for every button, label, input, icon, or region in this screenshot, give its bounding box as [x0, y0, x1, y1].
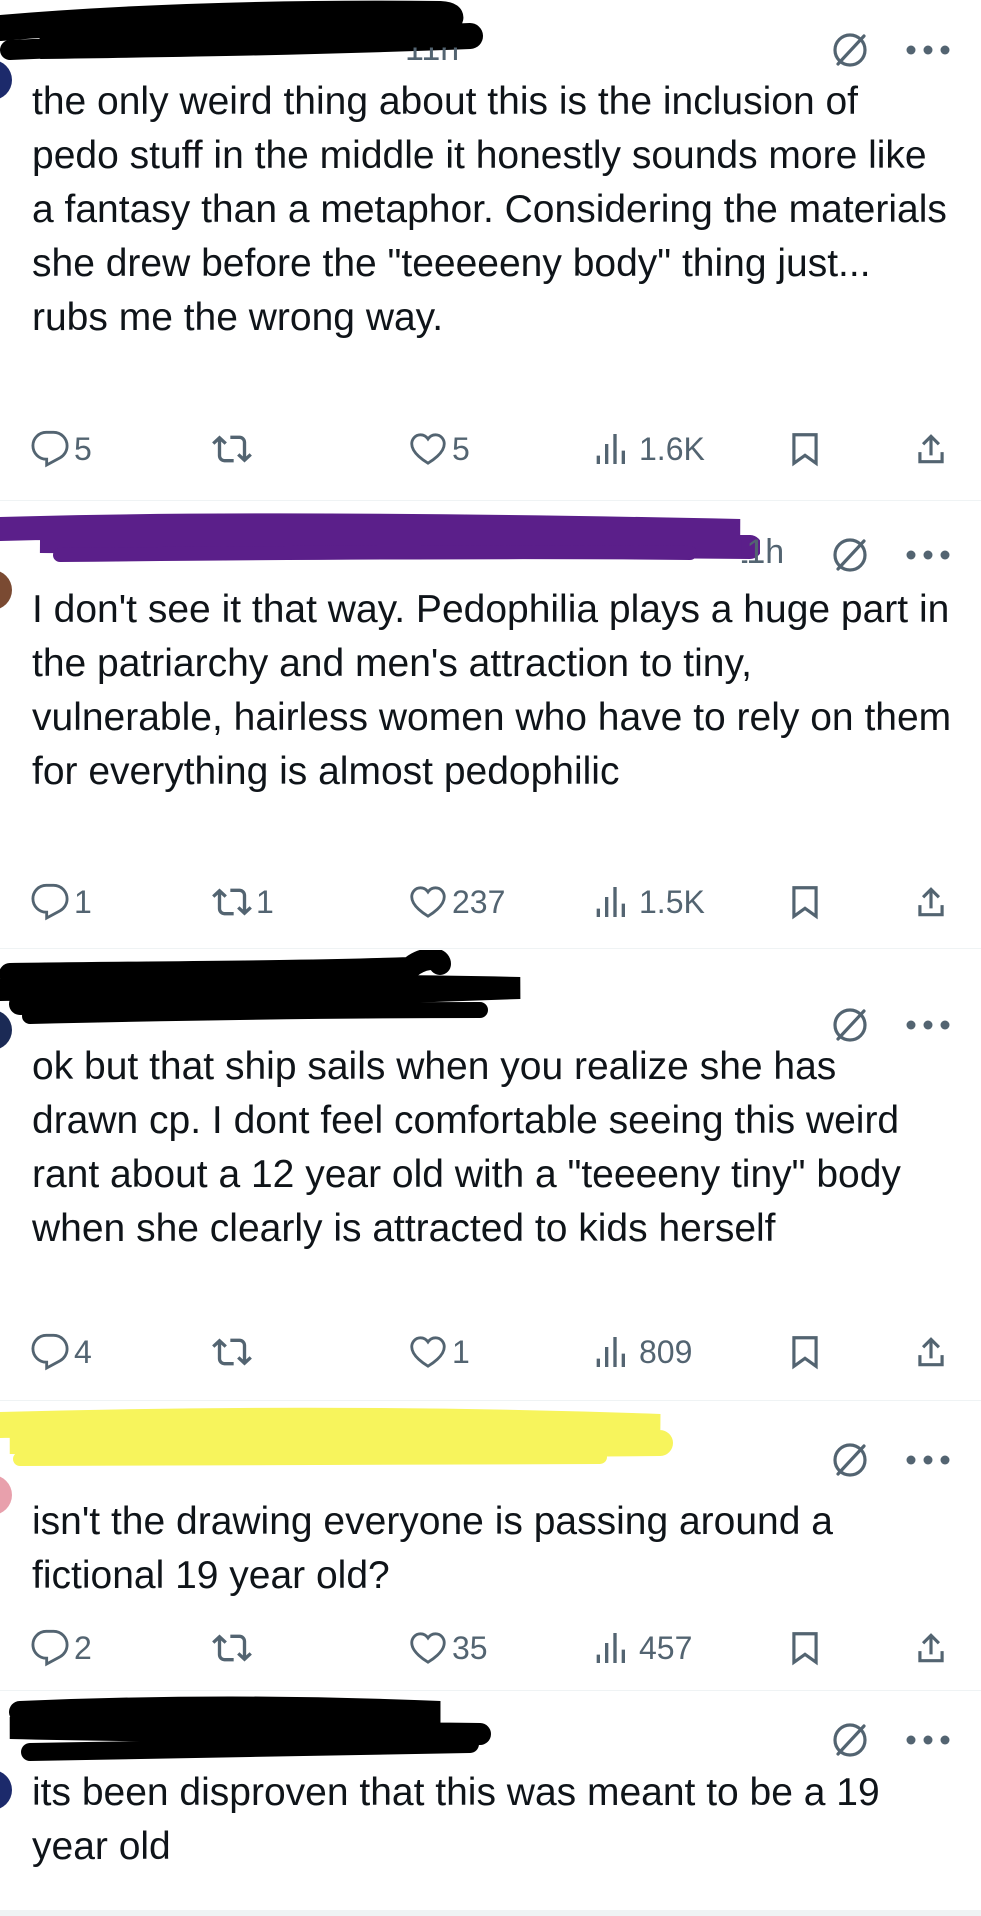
- share-button[interactable]: [912, 877, 950, 927]
- more-icon[interactable]: [905, 1734, 951, 1746]
- bookmark-button[interactable]: [786, 877, 824, 927]
- reply-post[interactable]: isn't the drawing everyone is passing ar…: [0, 1405, 981, 1685]
- bottom-edge: [0, 1910, 981, 1916]
- views-button[interactable]: 1.6K: [595, 424, 705, 474]
- divider: [0, 1690, 981, 1691]
- post-text: the only weird thing about this is the i…: [32, 80, 947, 339]
- reply-post[interactable]: 11h the only weird thing about this is t…: [0, 0, 981, 468]
- redacted-username-scribble: [0, 950, 521, 1024]
- repost-icon: [212, 1634, 252, 1662]
- views-button[interactable]: 457: [595, 1623, 692, 1673]
- heart-icon: [410, 1632, 446, 1664]
- reply-count: 5: [74, 430, 92, 467]
- reply-icon: [31, 883, 69, 921]
- share-button[interactable]: [912, 424, 950, 474]
- views-button[interactable]: 1.5K: [595, 877, 705, 927]
- redacted-username-scribble: [0, 0, 483, 60]
- post-text: its been disproven that this was meant t…: [32, 1771, 880, 1868]
- action-bar: 1 1 237 1.5K: [0, 877, 981, 927]
- grok-icon[interactable]: [830, 1440, 870, 1480]
- grok-icon[interactable]: [830, 1720, 870, 1760]
- action-bar: 2 35 457: [0, 1623, 981, 1673]
- repost-button[interactable]: [212, 1623, 256, 1673]
- repost-icon: [212, 888, 252, 916]
- reply-post[interactable]: 11h I don't see it that way. Pedophilia …: [0, 505, 981, 945]
- share-icon: [918, 434, 944, 464]
- like-button[interactable]: 1: [408, 1327, 470, 1377]
- view-count: 809: [639, 1333, 693, 1370]
- reply-post[interactable]: its been disproven that this was meant t…: [0, 1692, 981, 1916]
- action-bar: 4 1 809: [0, 1327, 981, 1377]
- views-icon: [596, 1633, 625, 1663]
- views-button[interactable]: 809: [595, 1327, 692, 1377]
- avatar[interactable]: [0, 1475, 12, 1515]
- repost-count: 1: [256, 883, 274, 920]
- views-icon: [596, 434, 625, 464]
- grok-icon[interactable]: [830, 535, 870, 575]
- heart-icon: [410, 433, 446, 465]
- bookmark-icon: [792, 1336, 818, 1370]
- bookmark-button[interactable]: [786, 1327, 824, 1377]
- views-icon: [596, 887, 625, 917]
- view-count: 1.6K: [639, 430, 705, 467]
- share-icon: [918, 887, 944, 917]
- share-icon: [918, 1633, 944, 1663]
- redacted-username-scribble: [0, 1407, 673, 1466]
- divider: [0, 948, 981, 949]
- repost-button[interactable]: [212, 1327, 256, 1377]
- reply-count: 2: [74, 1629, 92, 1666]
- repost-button[interactable]: [212, 424, 256, 474]
- grok-icon[interactable]: [830, 30, 870, 70]
- views-icon: [596, 1337, 625, 1367]
- reply-count: 1: [74, 883, 92, 920]
- bookmark-icon: [792, 1632, 818, 1666]
- bookmark-button[interactable]: [786, 424, 824, 474]
- reply-button[interactable]: 1: [30, 877, 92, 927]
- like-button[interactable]: 5: [408, 424, 470, 474]
- share-button[interactable]: [912, 1327, 950, 1377]
- bookmark-icon: [792, 886, 818, 920]
- like-count: 35: [452, 1629, 488, 1666]
- reply-count: 4: [74, 1333, 92, 1370]
- grok-icon[interactable]: [830, 1005, 870, 1045]
- action-bar: 5 5 1.6K: [0, 424, 981, 474]
- more-icon[interactable]: [905, 549, 951, 561]
- repost-button[interactable]: 1: [212, 877, 274, 927]
- like-count: 1: [452, 1333, 470, 1370]
- reply-button[interactable]: 4: [30, 1327, 92, 1377]
- share-button[interactable]: [912, 1623, 950, 1673]
- reply-icon: [31, 1629, 69, 1667]
- share-icon: [918, 1337, 944, 1367]
- reply-button[interactable]: 2: [30, 1623, 92, 1673]
- reply-post[interactable]: ok but that ship sails when you realize …: [0, 950, 981, 1390]
- reply-icon: [31, 1333, 69, 1371]
- like-count: 237: [452, 883, 506, 920]
- bookmark-icon: [792, 433, 818, 467]
- reply-icon: [31, 430, 69, 468]
- like-button[interactable]: 35: [408, 1623, 488, 1673]
- heart-icon: [410, 886, 446, 918]
- bookmark-button[interactable]: [786, 1623, 824, 1673]
- post-text: ok but that ship sails when you realize …: [32, 1045, 901, 1250]
- like-count: 5: [452, 430, 470, 467]
- more-icon[interactable]: [905, 44, 951, 56]
- more-icon[interactable]: [905, 1019, 951, 1031]
- post-text: I don't see it that way. Pedophilia play…: [32, 588, 952, 793]
- reply-button[interactable]: 5: [30, 424, 92, 474]
- divider: [0, 500, 981, 501]
- avatar[interactable]: [0, 570, 12, 610]
- post-text: isn't the drawing everyone is passing ar…: [32, 1500, 833, 1597]
- view-count: 457: [639, 1629, 693, 1666]
- heart-icon: [410, 1336, 446, 1368]
- view-count: 1.5K: [639, 883, 705, 920]
- repost-icon: [212, 435, 252, 463]
- like-button[interactable]: 237: [408, 877, 505, 927]
- more-icon[interactable]: [905, 1454, 951, 1466]
- redacted-username-scribble: [0, 513, 760, 562]
- divider: [0, 1400, 981, 1401]
- repost-icon: [212, 1338, 252, 1366]
